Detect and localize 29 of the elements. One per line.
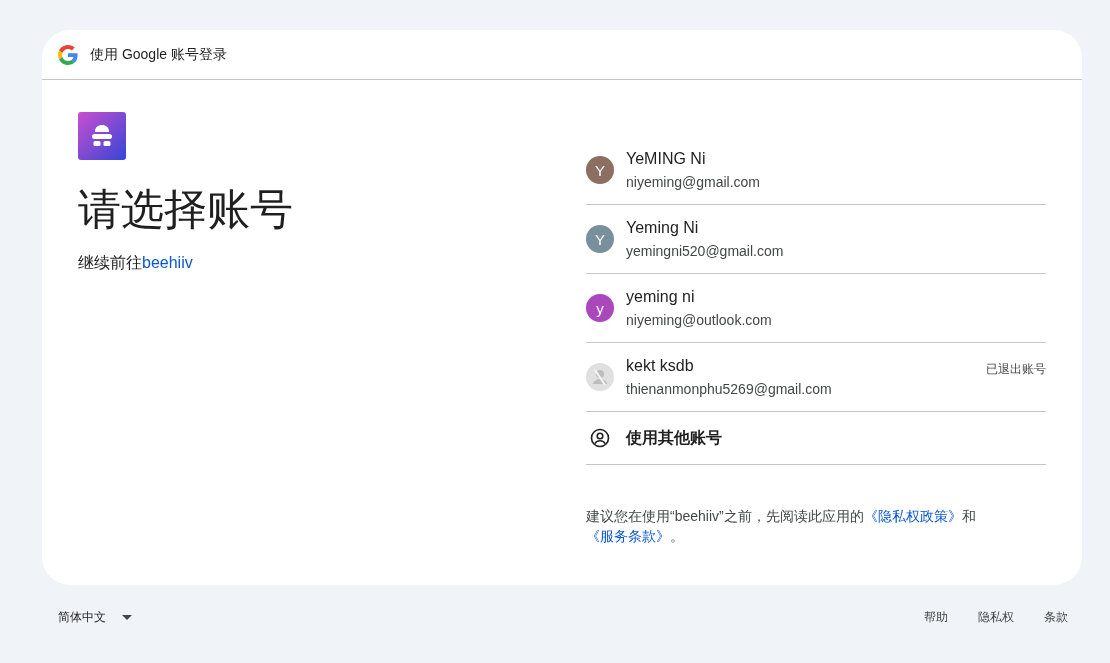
g-logo-icon <box>58 44 78 65</box>
account-status: 已退出账号 <box>986 361 1046 377</box>
language-select[interactable]: 简体中文 <box>58 605 132 629</box>
terms-link[interactable]: 《服务条款》 <box>586 528 670 544</box>
avatar-initial: Y <box>586 225 614 253</box>
footer-link[interactable]: 隐私权 <box>978 605 1014 629</box>
hive-logo-icon <box>78 112 126 160</box>
account-name[interactable]: kekt ksdb <box>626 355 974 377</box>
continue-text: 继续前往beehiiv <box>78 253 193 273</box>
account-email: niyeming@gmail.com <box>626 173 762 192</box>
consent-text: 建议您在使用“beehiiv”之前，先阅读此应用的《隐私权政策》和 《服务条款》。 <box>586 507 977 546</box>
app-link[interactable]: beehiiv <box>142 254 193 271</box>
footer-link[interactable]: 帮助 <box>924 605 948 629</box>
account-email: thienanmonphu5269@gmail.com <box>626 380 833 399</box>
avatar-initial: y <box>586 294 614 322</box>
header-title: 使用 Google 账号登录 <box>90 45 227 64</box>
account-name[interactable]: Yeming Ni <box>626 217 1046 239</box>
caret-icon <box>122 614 132 620</box>
account-email: yemingni520@gmail.com <box>626 242 785 261</box>
account-name[interactable]: YeMING Ni <box>626 148 1046 170</box>
signed-out-avatar-icon <box>586 363 614 391</box>
account-email: niyeming@outlook.com <box>626 311 773 330</box>
avatar-initial: Y <box>586 156 614 184</box>
use-another-account-button[interactable]: 使用其他账号 <box>586 422 722 454</box>
footer-link[interactable]: 条款 <box>1044 605 1068 629</box>
account-circle-icon <box>590 428 610 448</box>
page-heading: 请选择账号 <box>78 184 293 235</box>
account-name[interactable]: yeming ni <box>626 286 1046 308</box>
privacy-policy-link[interactable]: 《隐私权政策》 <box>863 508 962 524</box>
